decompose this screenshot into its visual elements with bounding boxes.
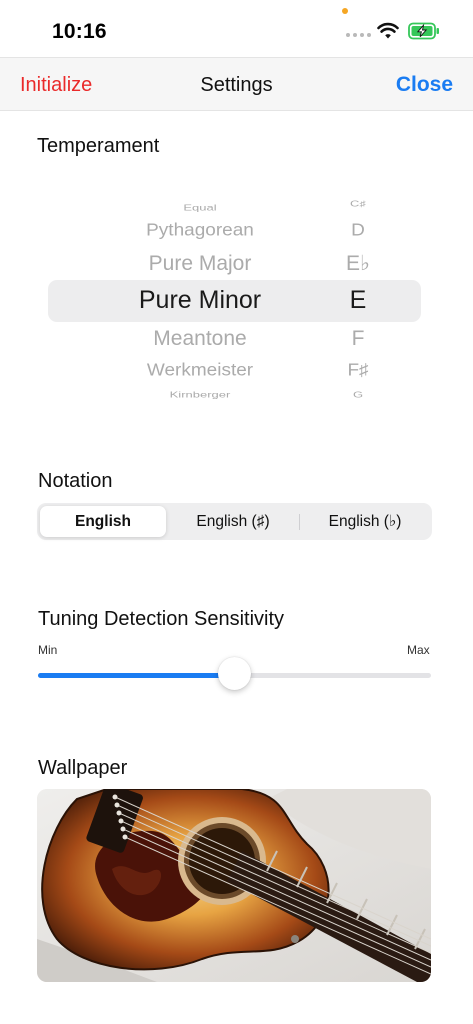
- status-time: 10:16: [52, 20, 107, 43]
- privacy-indicator-dot: [342, 8, 348, 14]
- notation-segmented-control[interactable]: English English (♯) English (♭): [37, 503, 432, 540]
- status-bar: 10:16: [0, 0, 473, 57]
- picker-row[interactable]: E♭: [324, 253, 392, 274]
- picker-row[interactable]: D: [324, 222, 392, 239]
- sensitivity-slider-fill: [38, 673, 235, 678]
- slider-min-label: Min: [38, 643, 58, 657]
- sensitivity-slider-thumb[interactable]: [218, 657, 251, 690]
- picker-row[interactable]: C♯: [324, 199, 392, 207]
- cellular-signal-icon: [346, 33, 371, 37]
- segment-english-flat[interactable]: English (♭): [300, 506, 430, 537]
- picker-row-selected[interactable]: Pure Minor: [108, 288, 292, 313]
- segment-english-sharp[interactable]: English (♯): [168, 506, 298, 537]
- picker-row[interactable]: F♯: [324, 362, 392, 379]
- slider-max-label: Max: [407, 643, 430, 657]
- picker-row[interactable]: Pure Major: [108, 253, 292, 274]
- picker-row[interactable]: G: [324, 390, 392, 398]
- picker-row[interactable]: Equal: [108, 203, 292, 211]
- temperament-wheel[interactable]: Equal Pythagorean Pure Major Pure Minor …: [108, 185, 292, 410]
- temperament-title: Temperament: [37, 135, 160, 157]
- picker-row-selected[interactable]: E: [324, 288, 392, 313]
- guitar-illustration: [37, 789, 431, 982]
- picker-row[interactable]: F: [324, 328, 392, 349]
- close-button[interactable]: Close: [396, 73, 453, 97]
- picker-row[interactable]: Kirnberger: [108, 390, 292, 398]
- initialize-button[interactable]: Initialize: [20, 74, 92, 97]
- segment-english[interactable]: English: [40, 506, 166, 537]
- wallpaper-title: Wallpaper: [38, 757, 128, 779]
- temperament-picker[interactable]: Equal Pythagorean Pure Major Pure Minor …: [48, 185, 422, 410]
- wallpaper-image[interactable]: [37, 789, 431, 982]
- wifi-icon: [377, 22, 399, 39]
- picker-row[interactable]: Meantone: [108, 328, 292, 349]
- sensitivity-title: Tuning Detection Sensitivity: [38, 608, 285, 630]
- notation-title: Notation: [38, 470, 113, 492]
- picker-row[interactable]: Werkmeister: [108, 362, 292, 379]
- navigation-bar: Settings Initialize Close: [0, 57, 473, 111]
- battery-charging-icon: [408, 22, 439, 40]
- note-wheel[interactable]: C♯ D E♭ E F F♯ G: [324, 185, 392, 410]
- picker-row[interactable]: Pythagorean: [108, 222, 292, 239]
